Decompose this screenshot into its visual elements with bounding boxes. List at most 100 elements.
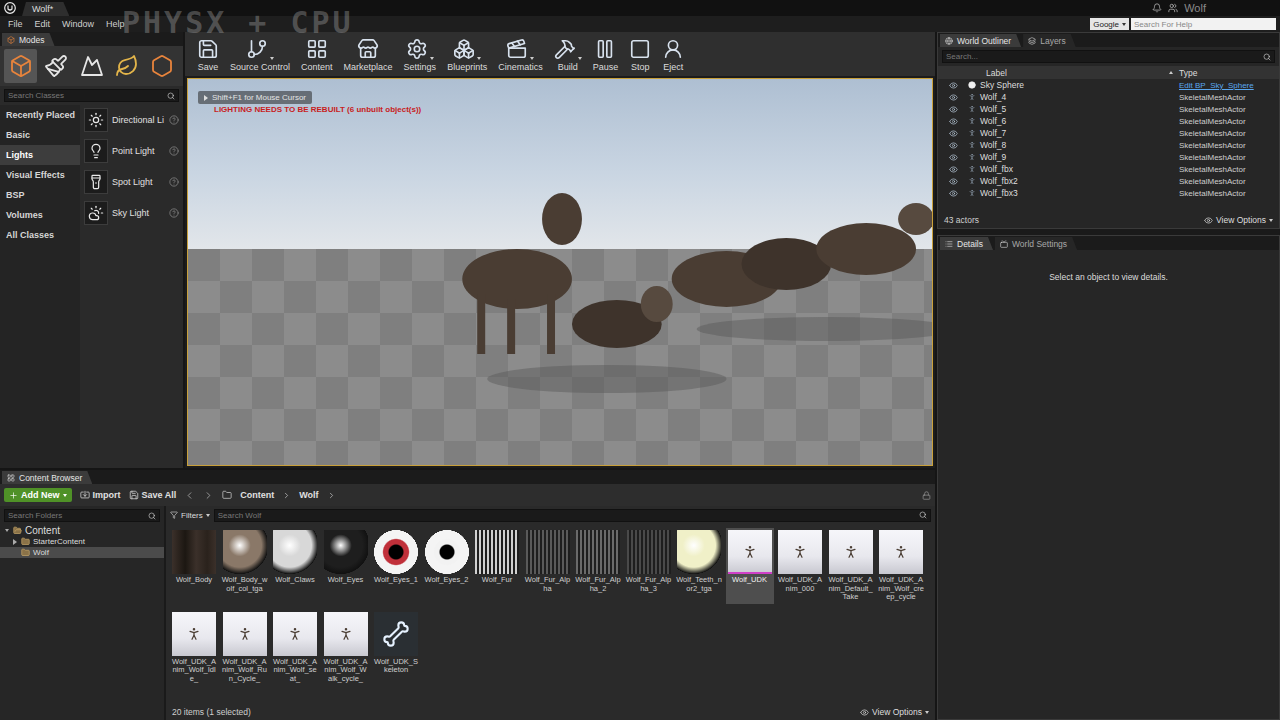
panel-tab[interactable]: Details [940,237,993,250]
outliner-row[interactable]: Wolf_4SkeletalMeshActor [938,91,1279,103]
search-field[interactable]: Search... [942,50,1275,63]
class-item[interactable]: Sky Light [84,201,179,225]
category-item[interactable]: Lights [0,145,80,165]
viewport[interactable]: Shift+F1 for Mouse CursorLIGHTING NEEDS … [187,78,933,466]
folder-row[interactable]: Content [0,525,164,536]
toolbar-button[interactable]: Blueprints [443,36,491,72]
category-item[interactable]: Visual Effects [0,165,80,185]
asset-tile[interactable]: Wolf_UDK_Skeleton [372,610,420,686]
actor-type[interactable]: Edit BP_Sky_Sphere [1179,81,1279,90]
category-item[interactable]: Recently Placed [0,105,80,125]
asset-tile[interactable]: Wolf_Fur_Alpha_3 [625,528,673,604]
search-field[interactable]: Search Folders [4,509,160,522]
asset-tile[interactable]: Wolf_UDK_Anim_Wolf_Run_Cycle_ [221,610,269,686]
mode-tool[interactable] [75,49,108,83]
asset-tile[interactable]: Wolf_Fur_Alpha [524,528,572,604]
dropdown-arrow-icon[interactable] [530,57,534,60]
outliner-row[interactable]: Wolf_9SkeletalMeshActor [938,151,1279,163]
document-tab[interactable]: Wolf* [22,2,69,16]
search-field[interactable]: Search Wolf [214,509,931,522]
mode-tool[interactable] [146,49,179,83]
outliner-row[interactable]: Sky SphereEdit BP_Sky_Sphere [938,79,1279,91]
menu-item[interactable]: Edit [29,19,57,29]
asset-tile[interactable]: Wolf_Teeth_nor2_tga [675,528,723,604]
toolbar-button[interactable]: Pause [589,36,623,72]
visibility-icon [949,105,958,114]
workspace: ModesSearch ClassesRecently PlacedBasicL… [0,32,1280,720]
asset-tile[interactable]: Wolf_Fur [473,528,521,604]
panel-tab[interactable]: Content Browser [2,471,92,484]
category-item[interactable]: All Classes [0,225,80,245]
category-item[interactable]: Volumes [0,205,80,225]
category-item[interactable]: BSP [0,185,80,205]
content-button[interactable]: Import [80,490,121,500]
panel-tab[interactable]: World Outliner [940,34,1021,47]
outliner-row[interactable]: Wolf_fbx3SkeletalMeshActor [938,187,1279,199]
asset-tile[interactable]: Wolf_UDK_Anim_Wolf_creep_cycle [877,528,925,604]
toolbar-button[interactable]: Save [193,36,223,72]
asset-tile[interactable]: Wolf_Body [170,528,218,604]
outliner-row[interactable]: Wolf_6SkeletalMeshActor [938,115,1279,127]
outliner-row[interactable]: Wolf_fbx2SkeletalMeshActor [938,175,1279,187]
search-field[interactable]: Search Classes [4,89,179,102]
asset-tile[interactable]: Wolf_Eyes_2 [423,528,471,604]
class-item[interactable]: Directional Li [84,108,179,132]
asset-tile[interactable]: Wolf_UDK_Anim_Default_Take [827,528,875,604]
view-options-button[interactable]: View Options [1204,215,1273,225]
asset-tile[interactable]: Wolf_Eyes [322,528,370,604]
asset-tile[interactable]: Wolf_UDK_Anim_Wolf_Walk_cycle_ [322,610,370,686]
outliner-row[interactable]: Wolf_fbxSkeletalMeshActor [938,163,1279,175]
category-item[interactable]: Basic [0,125,80,145]
mode-tool[interactable] [4,49,37,83]
filters-button[interactable]: Filters [170,511,210,520]
dropdown-arrow-icon[interactable] [430,57,434,60]
asset-tile[interactable]: Wolf_UDK_Anim_Wolf_Idle_ [170,610,218,686]
folder-row[interactable]: Wolf [0,547,164,558]
toolbar-button[interactable]: Build [550,36,586,72]
toolbar-button[interactable]: Eject [658,36,688,72]
outliner-row[interactable]: Wolf_8SkeletalMeshActor [938,139,1279,151]
dropdown-arrow-icon[interactable] [270,57,274,60]
expanded-arrow-icon[interactable] [5,529,9,532]
toolbar-button[interactable]: Source Control [226,36,294,72]
menu-item[interactable]: Window [56,19,100,29]
menu-item[interactable]: Help [100,19,131,29]
class-item[interactable]: Spot Light [84,170,179,194]
path-crumb[interactable]: Wolf [299,490,318,500]
asset-tile[interactable]: Wolf_Body_wolf_col_tga [221,528,269,604]
panel-tab[interactable]: Modes [2,33,55,46]
unreal-logo-icon[interactable] [4,2,16,14]
asset-tile[interactable]: Wolf_Eyes_1 [372,528,420,604]
asset-tile[interactable]: Wolf_UDK_Anim_Wolf_seat_ [271,610,319,686]
mode-tool[interactable] [110,49,143,83]
search-engine-dropdown[interactable]: Google [1090,18,1129,30]
toolbar-button[interactable]: Content [297,36,337,72]
column-header[interactable]: Type [1179,68,1279,78]
panel-tab[interactable]: World Settings [995,237,1077,250]
class-item[interactable]: Point Light [84,139,179,163]
outliner-row[interactable]: Wolf_5SkeletalMeshActor [938,103,1279,115]
menu-item[interactable]: File [2,19,29,29]
outliner-row[interactable]: Wolf_7SkeletalMeshActor [938,127,1279,139]
asset-tile[interactable]: Wolf_Fur_Alpha_2 [574,528,622,604]
asset-tile[interactable]: Wolf_UDK [726,528,774,604]
toolbar-button[interactable]: Cinematics [494,36,547,72]
asset-tile[interactable]: Wolf_Claws [271,528,319,604]
folder-row[interactable]: StarterContent [0,536,164,547]
path-crumb[interactable]: Content [240,490,274,500]
help-icon [169,208,179,218]
view-options-button[interactable]: View Options [860,707,929,717]
toolbar-button[interactable]: Stop [625,36,655,72]
asset-tile[interactable]: Wolf_UDK_Anim_000 [776,528,824,604]
dropdown-arrow-icon[interactable] [578,57,582,60]
content-button[interactable]: Save All [129,490,177,500]
help-search-field[interactable]: Search For Help [1131,18,1276,30]
mode-tool[interactable] [39,49,72,83]
dropdown-arrow-icon[interactable] [477,57,481,60]
toolbar-button[interactable]: Settings [400,36,441,72]
collapsed-arrow-icon[interactable] [13,539,17,545]
add-new-button[interactable]: Add New [4,488,72,502]
toolbar-button[interactable]: Marketplace [340,36,397,72]
panel-tab[interactable]: Layers [1023,34,1076,47]
sort-arrow-icon[interactable] [1169,71,1173,74]
